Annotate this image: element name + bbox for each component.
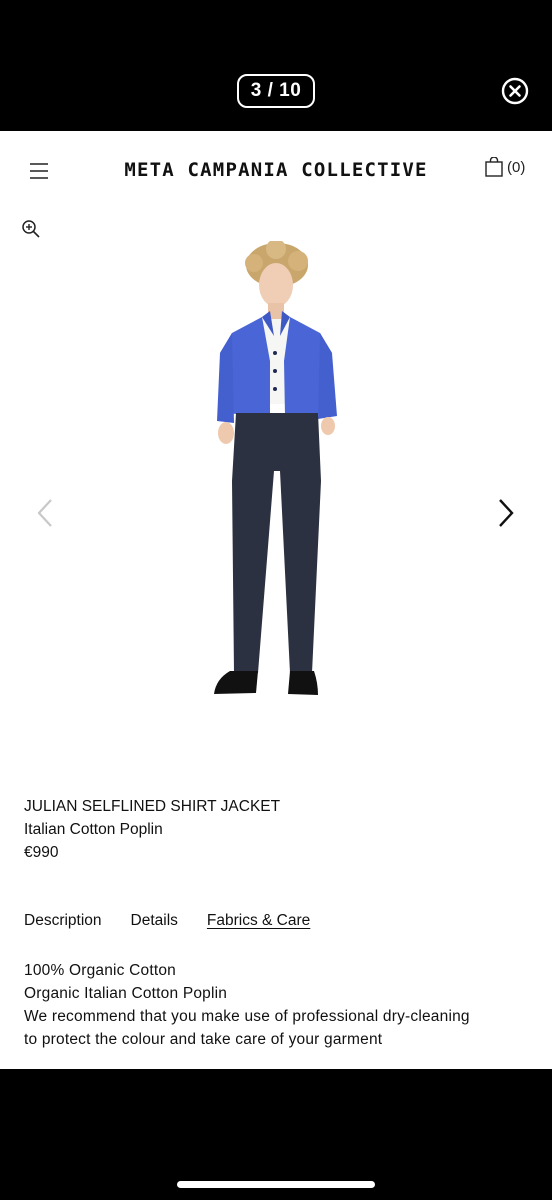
- product-tabs: Description Details Fabrics & Care: [24, 912, 310, 930]
- fabrics-care-content: 100% Organic Cotton Organic Italian Cott…: [24, 959, 534, 1051]
- product-info: JULIAN SELFLINED SHIRT JACKET Italian Co…: [24, 795, 280, 864]
- product-price: €990: [24, 844, 59, 861]
- home-indicator[interactable]: [177, 1181, 375, 1188]
- care-line: 100% Organic Cotton: [24, 962, 176, 979]
- cart-icon: [485, 157, 503, 177]
- product-subtitle: Italian Cotton Poplin: [24, 821, 163, 838]
- zoom-icon[interactable]: [21, 219, 41, 239]
- viewer-top-bar: 3 / 10: [0, 0, 552, 131]
- cart-button[interactable]: (0): [485, 157, 525, 177]
- tab-fabrics-care[interactable]: Fabrics & Care: [207, 912, 310, 930]
- image-counter: 3 / 10: [237, 74, 315, 108]
- care-line: to protect the colour and take care of y…: [24, 1031, 383, 1048]
- care-line: Organic Italian Cotton Poplin: [24, 985, 228, 1002]
- chevron-right-icon[interactable]: [495, 497, 517, 529]
- tab-description[interactable]: Description: [24, 912, 102, 930]
- brand-logo[interactable]: META CAMPANIA COLLECTIVE: [0, 159, 552, 181]
- product-image[interactable]: [190, 241, 362, 711]
- product-page: META CAMPANIA COLLECTIVE (0) JULIAN SELF…: [0, 131, 552, 1069]
- close-icon[interactable]: [501, 77, 529, 105]
- site-header: META CAMPANIA COLLECTIVE (0): [0, 131, 552, 211]
- tab-details[interactable]: Details: [131, 912, 178, 930]
- care-line: We recommend that you make use of profes…: [24, 1008, 470, 1025]
- chevron-left-icon[interactable]: [34, 497, 56, 529]
- cart-count: (0): [507, 158, 526, 176]
- product-name: JULIAN SELFLINED SHIRT JACKET: [24, 798, 281, 815]
